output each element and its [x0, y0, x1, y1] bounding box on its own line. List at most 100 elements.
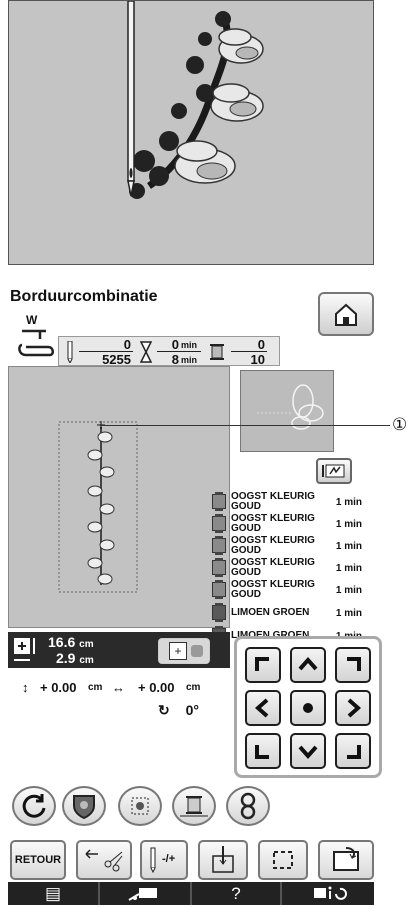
current-time-unit: min — [181, 340, 198, 350]
frame-trial-icon — [273, 851, 293, 869]
color-name: OOGST KLEURIG GOUD — [231, 535, 315, 556]
rotate-button[interactable] — [12, 786, 56, 826]
move-right-button[interactable] — [335, 690, 371, 726]
color-list-item[interactable]: OOGST KLEURIG GOUD 1 min — [212, 492, 362, 512]
color-list-item[interactable]: OOGST KLEURIG GOUD 1 min — [212, 536, 362, 556]
frame-icon: + — [158, 638, 210, 664]
page-title: Borduurcombinatie — [10, 288, 158, 305]
document-icon: ▤ — [44, 884, 62, 903]
presser-foot-icon — [18, 329, 54, 357]
arrow-up-right-icon — [347, 657, 361, 671]
presser-foot-indicator: W — [16, 313, 56, 363]
arrow-up-icon — [298, 656, 318, 671]
border-button[interactable] — [62, 786, 106, 826]
settings-document-button[interactable]: ▤ — [8, 882, 100, 905]
machine-info-button[interactable] — [100, 882, 192, 905]
embroidery-photo-panel — [8, 0, 374, 265]
help-button[interactable]: ? — [192, 882, 282, 905]
color-list-item[interactable]: OOGST KLEURIG GOUD 1 min — [212, 558, 362, 578]
position-offset-panel: ↕ + 0.00 cm ↔ + 0.00 cm ↻ 0° — [8, 672, 230, 730]
scissors-icon — [85, 849, 123, 872]
density-icon — [131, 797, 149, 815]
move-up-left-button[interactable] — [245, 647, 281, 683]
arrow-down-icon — [298, 745, 318, 760]
home-icon — [335, 303, 357, 326]
thumbnail-pattern-image — [257, 384, 324, 430]
thread-swatch-icon — [212, 492, 226, 511]
horizontal-offset-unit: cm — [186, 682, 201, 693]
pattern-thumbnail — [240, 370, 334, 452]
color-time: 1 min — [335, 519, 362, 530]
stitch-simulator-icon — [322, 464, 345, 478]
current-stitch-count: 0 — [123, 337, 131, 352]
pattern-width: 16.6 cm — [48, 634, 94, 650]
thread-color-button[interactable] — [172, 786, 216, 826]
jump-stitch-trim-button[interactable] — [76, 840, 132, 880]
embroidery-preview-area[interactable] — [8, 366, 230, 628]
color-list-item[interactable]: OOGST KLEURIG GOUD 1 min — [212, 580, 362, 600]
move-down-right-button[interactable] — [335, 733, 371, 769]
thread-spool-icon — [210, 344, 224, 360]
guide-button[interactable] — [282, 882, 374, 905]
home-button[interactable] — [318, 292, 374, 336]
stitch-status-bar: 0 5255 0 min 8 min 0 10 — [58, 336, 280, 367]
memory-button[interactable] — [318, 840, 374, 880]
move-up-button[interactable] — [290, 647, 326, 683]
rotate-icon — [22, 794, 46, 818]
starting-point-button[interactable] — [198, 840, 248, 880]
thread-swatch-icon — [212, 558, 226, 577]
size-icon — [14, 638, 35, 661]
color-time: 1 min — [335, 541, 362, 552]
thread-tension-label: -/+ — [162, 853, 176, 865]
move-down-button[interactable] — [290, 733, 326, 769]
horizontal-offset: + 0.00 — [138, 680, 175, 695]
move-center-button[interactable] — [290, 690, 326, 726]
vertical-arrow-icon: ↕ — [22, 680, 29, 695]
layout-arrow-pad — [234, 636, 382, 778]
thread-tension-button[interactable]: -/+ — [140, 840, 188, 880]
embroidery-pattern-preview — [58, 421, 138, 593]
figure-eight-icon — [240, 792, 256, 820]
bottom-toolbar: ▤ ? — [8, 882, 374, 905]
color-name: LIMOEN GROEN — [231, 607, 310, 618]
embroidery-sewing-illustration — [127, 0, 264, 199]
trial-button[interactable] — [258, 840, 308, 880]
pattern-height: 2.9 cm — [56, 650, 94, 666]
center-dot-icon — [303, 703, 313, 713]
total-stitch-count: 5255 — [102, 352, 131, 367]
arrow-left-icon — [254, 698, 269, 718]
color-time: 1 min — [335, 608, 362, 619]
help-icon: ? — [231, 884, 241, 903]
hourglass-icon — [139, 341, 153, 363]
move-down-left-button[interactable] — [245, 733, 281, 769]
move-up-right-button[interactable] — [335, 647, 371, 683]
pattern-size-bar: 16.6 cm 2.9 cm + — [8, 632, 230, 668]
thread-swatch-icon — [212, 580, 226, 599]
total-color-count: 10 — [250, 352, 265, 367]
shield-icon — [73, 795, 95, 820]
callout-line — [100, 425, 390, 426]
thread-swatch-icon — [212, 536, 226, 555]
vertical-offset-unit: cm — [88, 682, 103, 693]
move-left-button[interactable] — [245, 690, 281, 726]
color-name: OOGST KLEURIG GOUD — [231, 491, 315, 512]
current-time: 0 — [171, 337, 179, 352]
horizontal-arrow-icon: ↔ — [112, 680, 125, 695]
repeat-button[interactable] — [226, 786, 270, 826]
color-name: OOGST KLEURIG GOUD — [231, 513, 315, 534]
stitch-simulator-button[interactable] — [316, 458, 352, 484]
rotation-icon: ↻ — [158, 702, 170, 718]
color-list-item[interactable]: LIMOEN GROEN 1 min — [212, 603, 362, 623]
rotation-readout: ↻ 0° — [158, 702, 199, 719]
color-list-item[interactable]: OOGST KLEURIG GOUD 1 min — [212, 514, 362, 534]
needle-icon — [67, 341, 73, 363]
callout-number: ① — [392, 415, 408, 434]
rotation-value: 0° — [185, 702, 200, 718]
color-time: 1 min — [335, 563, 362, 574]
current-color-index: 0 — [257, 337, 265, 352]
needle-icon — [150, 847, 156, 874]
thread-spool-icon — [180, 796, 208, 817]
density-button[interactable] — [118, 786, 162, 826]
color-name: OOGST KLEURIG GOUD — [231, 557, 315, 578]
retour-button[interactable]: RETOUR — [10, 840, 66, 880]
